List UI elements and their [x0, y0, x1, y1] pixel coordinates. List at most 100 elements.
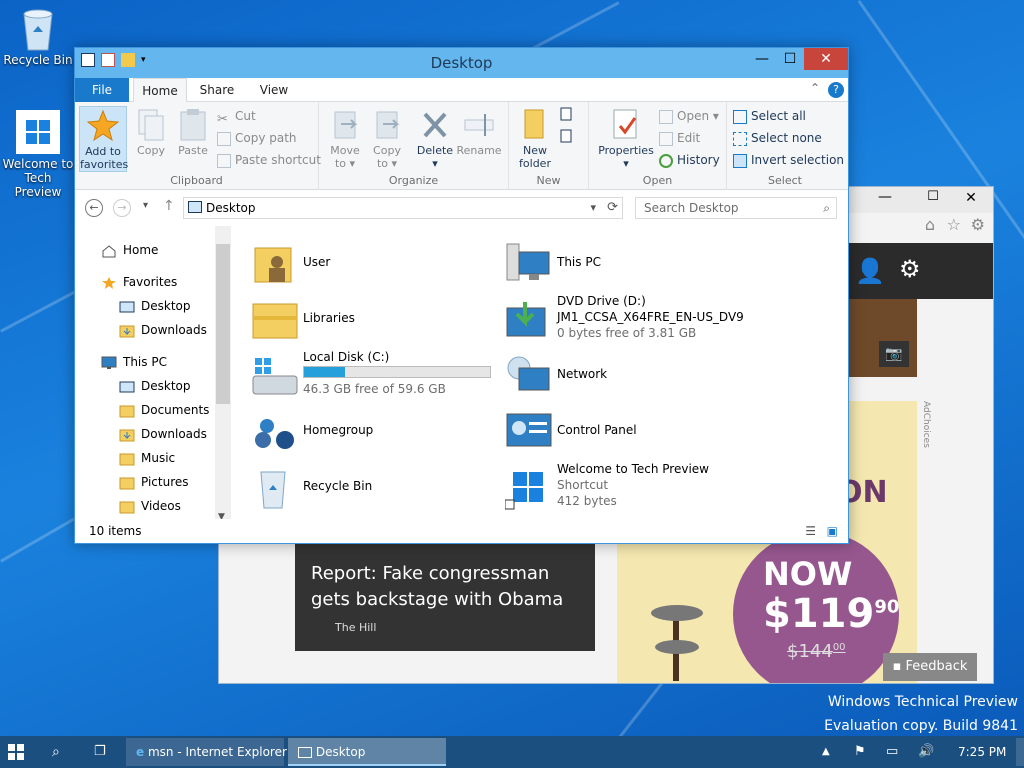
help-icon[interactable]: ? — [828, 82, 844, 98]
open-button[interactable]: Open ▾ — [659, 106, 719, 126]
explorer-titlebar[interactable]: ▾ Desktop — ☐ ✕ — [75, 48, 848, 78]
recent-locations-chevron-icon[interactable]: ▾ — [143, 200, 148, 211]
details-view-icon[interactable]: ☰ — [805, 519, 816, 543]
nav-item[interactable]: This PC — [101, 352, 167, 372]
list-item[interactable]: Homegroup — [251, 406, 501, 458]
user-icon[interactable]: 👤 — [855, 257, 885, 285]
ie-home-icon[interactable]: ⌂ — [925, 215, 935, 234]
list-item[interactable]: Control Panel — [505, 406, 755, 458]
new-folder-button[interactable]: New folder — [511, 106, 559, 170]
nav-item-label: This PC — [123, 355, 167, 369]
nav-item[interactable]: Videos — [119, 496, 181, 516]
cut-button[interactable]: ✂ Cut — [217, 106, 256, 127]
search-icon[interactable]: ⌕ — [52, 738, 72, 766]
network-tray-icon[interactable]: ▭ — [886, 738, 898, 766]
feedback-button[interactable]: ▪ Feedback — [883, 653, 977, 681]
list-item[interactable]: Welcome to Tech Preview Shortcut 412 byt… — [504, 462, 755, 514]
action-center-flag-icon[interactable]: ⚑ — [854, 738, 866, 766]
ie-minimize-button[interactable]: — — [873, 189, 897, 209]
history-button[interactable]: History — [659, 150, 720, 170]
refresh-icon[interactable]: ⟳ — [607, 198, 618, 218]
cat-tree-image — [637, 601, 717, 681]
nav-item[interactable]: Music — [119, 448, 175, 468]
desktop-icon — [119, 380, 135, 394]
paste-shortcut-button[interactable]: Paste shortcut — [217, 150, 321, 170]
taskbar-explorer-button[interactable]: Desktop — [288, 738, 446, 766]
copy-to-button[interactable]: Copy to ▾ — [363, 106, 411, 170]
desktop-icon-welcome[interactable]: Welcome to Tech Preview — [2, 110, 74, 199]
nav-item[interactable]: Downloads — [119, 320, 207, 340]
news-thumbnail[interactable]: 📷 — [849, 299, 917, 377]
close-button[interactable]: ✕ — [804, 48, 848, 70]
hard-disk-icon — [251, 354, 299, 398]
news-headline[interactable]: Report: Fake congressman gets backstage … — [311, 561, 581, 613]
maximize-button[interactable]: ☐ — [776, 48, 804, 70]
new-item-icon[interactable] — [559, 106, 579, 122]
up-button[interactable]: ↑ — [163, 198, 175, 214]
show-hidden-icons-chevron-icon[interactable]: ▲ — [822, 738, 830, 766]
search-input[interactable]: Search Desktop ⌕ — [635, 197, 837, 219]
downloads-folder-icon — [119, 428, 135, 442]
tab-home[interactable]: Home — [133, 78, 187, 103]
easy-access-icon[interactable] — [559, 128, 579, 144]
rename-button[interactable]: Rename — [455, 106, 503, 157]
nav-item[interactable]: Downloads — [119, 424, 207, 444]
edit-button[interactable]: Edit — [659, 128, 700, 148]
nav-item[interactable]: Pictures — [119, 472, 189, 492]
add-to-favorites-button[interactable]: Add to favorites — [79, 106, 128, 172]
gear-icon[interactable]: ⚙ — [899, 255, 921, 283]
list-item[interactable]: Network — [505, 350, 755, 402]
list-item[interactable]: DVD Drive (D:) JM1_CCSA_X64FRE_EN-US_DV9… — [505, 294, 755, 346]
news-card[interactable]: Report: Fake congressman gets backstage … — [295, 543, 595, 651]
tab-view[interactable]: View — [247, 78, 301, 102]
collapse-ribbon-icon[interactable]: ⌃ — [810, 81, 820, 95]
desktop-icon-recycle-bin[interactable]: Recycle Bin — [2, 6, 74, 67]
start-button[interactable] — [8, 738, 30, 766]
nav-scroll-thumb[interactable] — [216, 244, 230, 404]
select-all-button[interactable]: Select all — [733, 106, 806, 126]
properties-button[interactable]: Properties ▾ — [597, 106, 655, 170]
minimize-button[interactable]: — — [748, 48, 776, 70]
clock[interactable]: 7:25 PM — [958, 738, 1006, 766]
show-desktop-button[interactable] — [1016, 738, 1024, 766]
list-item[interactable]: Local Disk (C:) 46.3 GB free of 59.6 GB — [251, 350, 501, 402]
adchoices-label[interactable]: AdChoices — [921, 401, 931, 448]
msn-header: 👤 ⚙ — [849, 243, 993, 299]
address-bar[interactable]: Desktop ▾ ⟳ — [183, 197, 623, 219]
forward-button[interactable]: → — [113, 199, 131, 217]
back-button[interactable]: ← — [85, 199, 103, 217]
edit-icon — [659, 131, 673, 146]
nav-scrollbar[interactable]: ▼ — [215, 226, 231, 524]
nav-item[interactable]: Favorites — [101, 272, 177, 292]
explorer-window[interactable]: ▾ Desktop — ☐ ✕ File Home Share View ⌃ ?… — [74, 47, 849, 544]
nav-item[interactable]: Home — [101, 240, 158, 260]
chevron-down-icon[interactable]: ▾ — [590, 198, 596, 218]
copy-path-button[interactable]: Copy path — [217, 128, 297, 148]
copy-button[interactable]: Copy — [127, 106, 175, 157]
taskbar-ie-button[interactable]: e msn - Internet Explorer — [126, 738, 287, 766]
list-item[interactable]: User — [251, 238, 501, 290]
list-item[interactable]: Recycle Bin — [251, 462, 501, 514]
tab-file[interactable]: File — [75, 78, 129, 102]
desktop-icon-label: Welcome to Tech Preview — [2, 157, 74, 199]
large-icons-view-icon[interactable]: ▣ — [827, 519, 838, 543]
invert-selection-button[interactable]: Invert selection — [733, 150, 844, 170]
ie-close-button[interactable]: ✕ — [949, 187, 993, 209]
ad-old-price: $14400 — [787, 641, 846, 662]
ie-settings-icon[interactable]: ⚙ — [971, 215, 985, 234]
ie-maximize-button[interactable]: ☐ — [921, 189, 945, 209]
select-none-button[interactable]: Select none — [733, 128, 822, 148]
nav-item[interactable]: Desktop — [119, 376, 191, 396]
ie-favorites-icon[interactable]: ☆ — [947, 215, 961, 234]
list-item[interactable]: This PC — [505, 238, 755, 290]
delete-button[interactable]: Delete ▾ — [411, 106, 459, 170]
network-icon — [505, 354, 553, 398]
nav-item[interactable]: Desktop — [119, 296, 191, 316]
list-item[interactable]: Libraries — [251, 294, 501, 346]
volume-icon[interactable]: 🔊 — [918, 738, 934, 766]
nav-item[interactable]: Documents — [119, 400, 209, 420]
task-view-icon[interactable]: ❐ — [94, 738, 114, 766]
tab-share[interactable]: Share — [189, 78, 245, 102]
paste-button[interactable]: Paste — [169, 106, 217, 157]
move-to-button[interactable]: Move to ▾ — [321, 106, 369, 170]
